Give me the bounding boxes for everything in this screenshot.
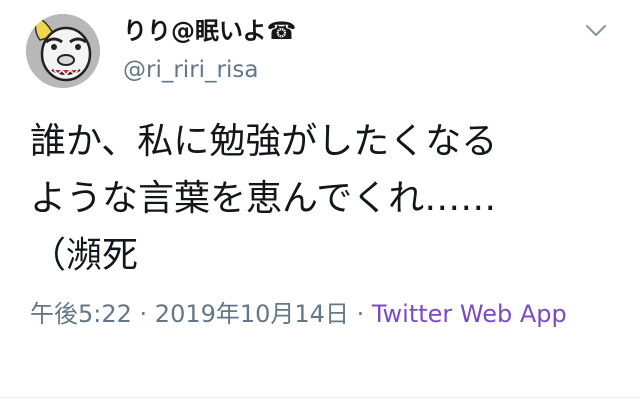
gorilla-avatar-icon bbox=[26, 14, 100, 88]
tweet-date[interactable]: 2019年10月14日 bbox=[155, 300, 349, 328]
tweet-text: 誰か、私に勉強がしたくなる ような言葉を恵んでくれ…… （瀕死 bbox=[30, 113, 610, 284]
tweet-text-line: （瀕死 bbox=[30, 235, 139, 276]
tweet-time[interactable]: 午後5:22 bbox=[30, 300, 132, 328]
tweet-text-line: ような言葉を恵んでくれ…… bbox=[30, 178, 497, 219]
tweet-text-line: 誰か、私に勉強がしたくなる bbox=[30, 121, 498, 162]
user-handle[interactable]: @ri_riri_risa bbox=[123, 56, 258, 84]
tweet-card: りり@眠いよ☎ @ri_riri_risa 誰か、私に勉強がしたくなる ような言… bbox=[0, 0, 640, 405]
tweet-metadata: 午後5:22 · 2019年10月14日 · Twitter Web App bbox=[30, 296, 610, 333]
divider bbox=[0, 397, 640, 398]
display-name[interactable]: りり@眠いよ☎ bbox=[123, 16, 296, 46]
avatar[interactable] bbox=[26, 14, 100, 88]
chevron-down-icon[interactable] bbox=[582, 16, 610, 44]
meta-separator: · bbox=[131, 300, 155, 328]
meta-separator: · bbox=[348, 300, 372, 328]
tweet-source-link[interactable]: Twitter Web App bbox=[372, 300, 567, 328]
